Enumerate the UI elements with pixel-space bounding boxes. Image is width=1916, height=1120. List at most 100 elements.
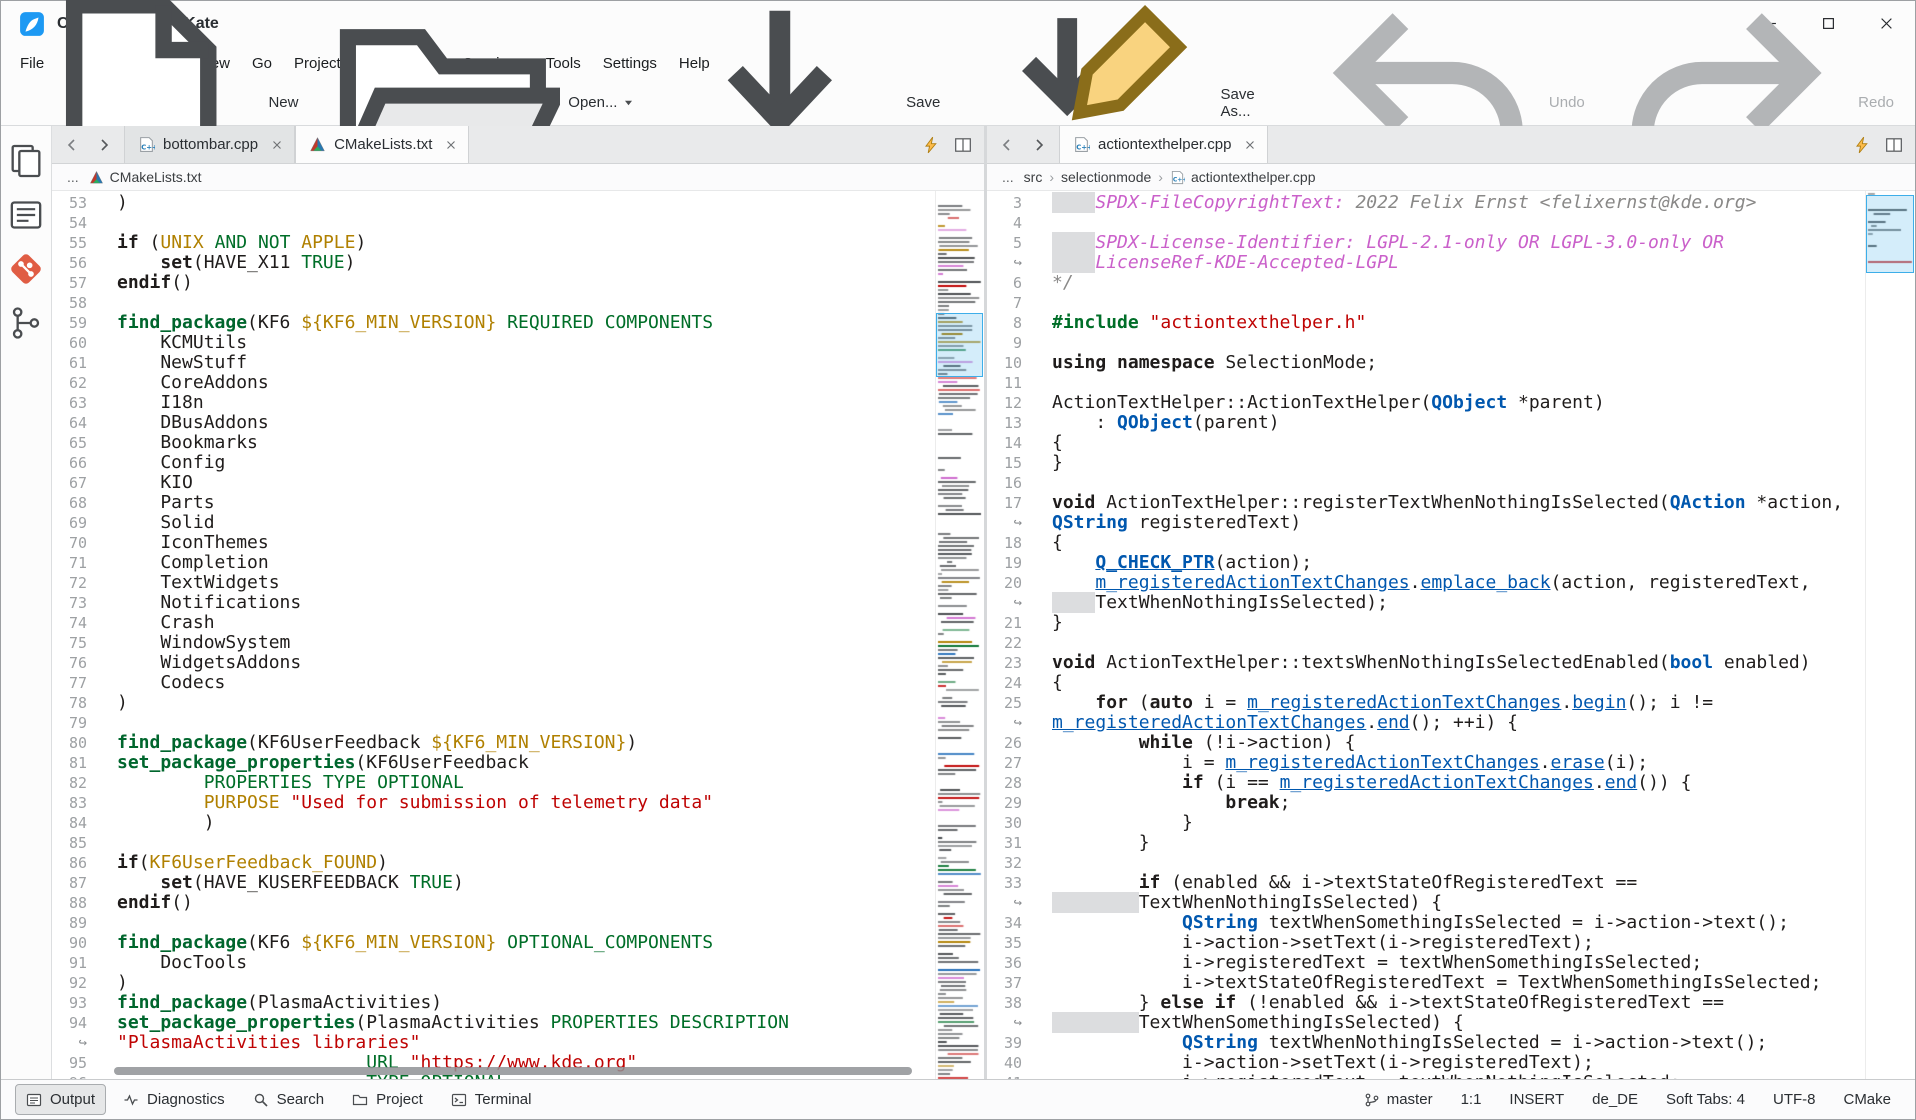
code-text: Config (117, 453, 935, 473)
nav-back-button[interactable] (993, 131, 1021, 159)
statusbar-input-mode[interactable]: INSERT (1509, 1091, 1564, 1108)
tab-bottombar.cpp[interactable]: C++ bottombar.cpp (124, 126, 295, 163)
line-number: 79 (52, 713, 117, 733)
code-line: 38 } else if (!enabled && i->textStateOf… (987, 993, 1865, 1013)
line-number: 59 (52, 313, 117, 333)
minimap-left[interactable] (935, 191, 984, 1079)
statusbar-dictionary-value: de_DE (1592, 1091, 1638, 1108)
nav-forward-button[interactable] (1025, 131, 1053, 159)
text-editor-actiontexthelper[interactable]: 3 SPDX-FileCopyrightText: 2022 Felix Ern… (987, 191, 1865, 1079)
code-text (117, 713, 935, 733)
code-text: } else if (!enabled && i->textStateOfReg… (1052, 993, 1865, 1013)
line-number: 55 (52, 233, 117, 253)
documents-tool-button[interactable] (6, 142, 46, 180)
statusbar-diagnostics[interactable]: Diagnostics (112, 1084, 236, 1115)
minimap-right[interactable] (1865, 191, 1915, 1079)
code-text (1052, 213, 1865, 233)
line-number: 69 (52, 513, 117, 533)
code-line: 8#include "actiontexthelper.h" (987, 313, 1865, 333)
line-number: 62 (52, 373, 117, 393)
tab-close-icon[interactable] (270, 138, 284, 152)
breadcrumb-item-actiontexthelper.cpp[interactable]: C++actiontexthelper.cpp (1170, 169, 1316, 185)
line-number: 27 (987, 753, 1052, 773)
statusbar-dictionary[interactable]: de_DE (1592, 1091, 1638, 1108)
line-number: 80 (52, 733, 117, 753)
cmake-file-icon (89, 170, 104, 185)
code-text: if (enabled && i->textStateOfRegisteredT… (1052, 873, 1865, 893)
line-number: 89 (52, 913, 117, 933)
line-number: 21 (987, 613, 1052, 633)
code-line: 68 Parts (52, 493, 935, 513)
code-text: TextWhenNothingIsSelected) { (1052, 893, 1865, 913)
code-text: : QObject(parent) (1052, 413, 1865, 433)
split-view-icon[interactable] (1885, 136, 1903, 154)
code-line: 24{ (987, 673, 1865, 693)
code-text: IconThemes (117, 533, 935, 553)
split-view-icon[interactable] (954, 136, 972, 154)
line-number: 67 (52, 473, 117, 493)
line-number: 31 (987, 833, 1052, 853)
code-line: 81set_package_properties(KF6UserFeedback (52, 753, 935, 773)
quick-open-icon[interactable] (922, 136, 940, 154)
tab-actiontexthelper.cpp[interactable]: C++actiontexthelper.cpp (1059, 126, 1268, 163)
breadcrumb-item-cmakelists.txt[interactable]: CMakeLists.txt (89, 169, 202, 185)
code-line: 67 KIO (52, 473, 935, 493)
statusbar-toolviews: OutputDiagnosticsSearchProjectTerminal (15, 1084, 542, 1115)
cpp-file-icon: C++ (138, 136, 155, 153)
breadcrumb-overflow[interactable]: ... (64, 169, 82, 185)
tab-label: bottombar.cpp (163, 136, 258, 153)
statusbar-cursor-position[interactable]: 1:1 (1461, 1091, 1482, 1108)
file-list-tool-button[interactable] (6, 196, 46, 234)
statusbar-encoding[interactable]: UTF-8 (1773, 1091, 1816, 1108)
minimap-visible-region[interactable] (1866, 195, 1914, 273)
code-text: Parts (117, 493, 935, 513)
tab-close-icon[interactable] (444, 138, 458, 152)
code-text: { (1052, 533, 1865, 553)
text-editor-cmakelists[interactable]: 53)5455if (UNIX AND NOT APPLE)56 set(HAV… (52, 191, 935, 1079)
breadcrumb-overflow[interactable]: ... (999, 169, 1017, 185)
code-line: 92) (52, 973, 935, 993)
statusbar-syntax-mode[interactable]: CMake (1843, 1091, 1891, 1108)
statusbar-tab-settings[interactable]: Soft Tabs: 4 (1666, 1091, 1745, 1108)
nav-forward-button[interactable] (90, 131, 118, 159)
statusbar-project[interactable]: Project (341, 1084, 434, 1115)
horizontal-scrollbar[interactable] (114, 1067, 912, 1075)
code-text: set_package_properties(KF6UserFeedback (117, 753, 935, 773)
tab-cmakelists.txt[interactable]: CMakeLists.txt (295, 126, 469, 163)
code-line: 58 (52, 293, 935, 313)
git-icon (6, 249, 46, 289)
quick-open-icon[interactable] (1853, 136, 1871, 154)
code-text (117, 833, 935, 853)
code-line: 19 Q_CHECK_PTR(action); (987, 553, 1865, 573)
code-text: ) (117, 813, 935, 833)
redo-label: Redo (1858, 94, 1894, 111)
code-text: i->action->setText(i->registeredText); (1052, 933, 1865, 953)
tab-close-icon[interactable] (1243, 138, 1257, 152)
code-line: 76 WidgetsAddons (52, 653, 935, 673)
code-text: CoreAddons (117, 373, 935, 393)
code-line: 77 Codecs (52, 673, 935, 693)
code-line: 18{ (987, 533, 1865, 553)
code-text: LicenseRef-KDE-Accepted-LGPL (1052, 253, 1865, 273)
nav-back-button[interactable] (58, 131, 86, 159)
open-label: Open... (568, 94, 617, 111)
code-line: ↪ TextWhenNothingIsSelected) { (987, 893, 1865, 913)
breadcrumb-item-src[interactable]: src (1024, 169, 1043, 185)
statusbar-terminal[interactable]: Terminal (440, 1084, 543, 1115)
statusbar-search[interactable]: Search (242, 1084, 336, 1115)
code-line: 94set_package_properties(PlasmaActivitie… (52, 1013, 935, 1033)
breadcrumb-item-selectionmode[interactable]: selectionmode (1061, 169, 1151, 185)
symbols-tool-button[interactable] (6, 304, 46, 342)
statusbar-output[interactable]: Output (15, 1084, 106, 1115)
line-number: 20 (987, 573, 1052, 593)
cpp-file-icon: C++ (1073, 136, 1090, 153)
tab-bar-left: C++ bottombar.cpp CMakeLists.txt (52, 126, 984, 164)
code-line: 57endif() (52, 273, 935, 293)
git-tool-button[interactable] (6, 250, 46, 288)
statusbar-git-branch[interactable]: master (1364, 1091, 1433, 1108)
code-text: find_package(KF6 ${KF6_MIN_VERSION} OPTI… (117, 933, 935, 953)
code-text: "PlasmaActivities libraries" (117, 1033, 935, 1053)
documents-icon (6, 141, 46, 181)
minimap-visible-region[interactable] (936, 313, 983, 377)
line-number: 61 (52, 353, 117, 373)
